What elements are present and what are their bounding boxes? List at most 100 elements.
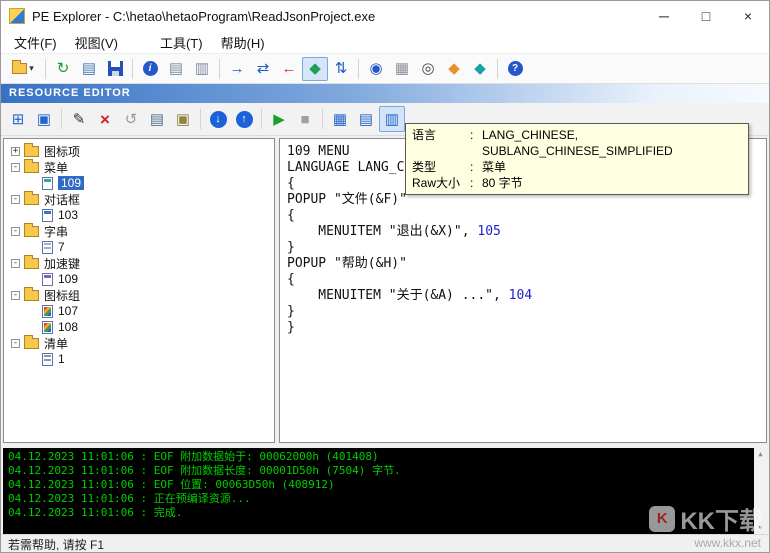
open-file-button[interactable]: ▾ xyxy=(5,57,41,81)
menu-bar: 文件(F) 视图(V) 工具(T) 帮助(H) xyxy=(1,31,769,54)
copy-icon: ▤ xyxy=(150,112,164,127)
paste-button[interactable]: ▣ xyxy=(170,106,196,132)
title-bar: PE Explorer - C:\hetao\hetaoProgram\Read… xyxy=(1,1,769,31)
icon-resource-icon xyxy=(42,321,53,334)
separator xyxy=(219,59,220,79)
separator xyxy=(261,109,262,129)
move-up-icon: ↑ xyxy=(236,111,253,128)
menu-help[interactable]: 帮助(H) xyxy=(212,31,274,54)
separator xyxy=(358,59,359,79)
report-button[interactable]: ▥ xyxy=(189,57,215,81)
expander-icon[interactable]: - xyxy=(11,291,20,300)
new-resource-button[interactable]: ⊞ xyxy=(5,106,31,132)
close-button[interactable]: × xyxy=(727,1,769,31)
hex-view-icon: ▦ xyxy=(395,61,409,76)
tree-item-manifest[interactable]: - 清单 xyxy=(4,335,274,351)
properties-button[interactable]: ▥ xyxy=(379,106,405,132)
tree-item-string-7[interactable]: 7 xyxy=(4,239,274,255)
refresh-button[interactable]: ↻ xyxy=(50,57,76,81)
folder-icon xyxy=(24,290,39,301)
copy-button[interactable]: ▤ xyxy=(144,106,170,132)
source-line: { xyxy=(287,208,759,224)
exports-button[interactable]: ← xyxy=(276,57,302,81)
scroll-down-icon[interactable]: ▼ xyxy=(758,522,762,534)
signature-button[interactable]: ◆ xyxy=(467,57,493,81)
tree-item-strings[interactable]: - 字串 xyxy=(4,223,274,239)
file-info-icon: i xyxy=(143,61,158,76)
expander-icon[interactable]: - xyxy=(11,195,20,204)
tree-item-icon-groups[interactable]: - 图标组 xyxy=(4,287,274,303)
import-resource-button[interactable]: ▣ xyxy=(31,106,57,132)
sections-button[interactable]: ▤ xyxy=(163,57,189,81)
relocations-button[interactable]: ⇅ xyxy=(328,57,354,81)
tree-item-menu-109[interactable]: 109 xyxy=(4,175,274,191)
expander-icon[interactable]: + xyxy=(11,147,20,156)
tooltip-row: 语言 : LANG_CHINESE, SUBLANG_CHINESE_SIMPL… xyxy=(412,127,742,159)
minimize-button[interactable]: ─ xyxy=(643,1,685,31)
save-button[interactable] xyxy=(102,57,128,81)
dependency-scanner-button[interactable]: ◆ xyxy=(441,57,467,81)
exports-icon: ← xyxy=(282,61,297,76)
tree-item-dialog-103[interactable]: 103 xyxy=(4,207,274,223)
expander-icon[interactable]: - xyxy=(11,259,20,268)
log-line: 04.12.2023 11:01:06 : 完成. xyxy=(8,506,751,520)
delete-resource-button[interactable]: × xyxy=(92,106,118,132)
separator xyxy=(61,109,62,129)
folder-icon xyxy=(24,194,39,205)
tree-item-icongroup-108[interactable]: 108 xyxy=(4,319,274,335)
open-folder-icon xyxy=(12,63,27,74)
run-button[interactable]: ▶ xyxy=(266,106,292,132)
resource-editor-header: RESOURCE EDITOR xyxy=(1,84,769,103)
tree-item-icons[interactable]: + 图标项 xyxy=(4,143,274,159)
chevron-down-icon: ▾ xyxy=(29,63,34,74)
text-view-icon: ▤ xyxy=(359,112,373,127)
expander-icon[interactable]: - xyxy=(11,339,20,348)
scroll-up-icon[interactable]: ▲ xyxy=(758,448,762,460)
tree-item-menus[interactable]: - 菜单 xyxy=(4,159,274,175)
selected-tree-label: 109 xyxy=(58,176,84,190)
expander-icon[interactable]: - xyxy=(11,227,20,236)
manifest-resource-icon xyxy=(42,353,53,366)
accelerator-resource-icon xyxy=(42,273,53,286)
tree-item-manifest-1[interactable]: 1 xyxy=(4,351,274,367)
help-button[interactable]: ? xyxy=(502,57,528,81)
refresh-icon: ↻ xyxy=(57,61,70,76)
move-up-button[interactable]: ↑ xyxy=(231,106,257,132)
separator xyxy=(45,59,46,79)
tooltip-row: 类型 : 菜单 xyxy=(412,159,742,175)
tree-item-accelerators[interactable]: - 加速键 xyxy=(4,255,274,271)
rename-resource-icon: ✎ xyxy=(73,112,86,127)
stop-icon: ■ xyxy=(300,112,309,127)
tree-item-icongroup-107[interactable]: 107 xyxy=(4,303,274,319)
menu-file[interactable]: 文件(F) xyxy=(5,31,66,54)
status-bar: 若需帮助, 请按 F1 xyxy=(1,534,769,552)
imports-button[interactable]: ⇄ xyxy=(250,57,276,81)
hex-view-button[interactable]: ▦ xyxy=(389,57,415,81)
search-button[interactable]: ◎ xyxy=(415,57,441,81)
help-icon: ? xyxy=(508,61,523,76)
move-down-button[interactable]: ↓ xyxy=(205,106,231,132)
goto-entry-button[interactable]: → xyxy=(224,57,250,81)
rename-resource-button[interactable]: ✎ xyxy=(66,106,92,132)
separator xyxy=(322,109,323,129)
table-view-button[interactable]: ▦ xyxy=(327,106,353,132)
menu-tools[interactable]: 工具(T) xyxy=(151,31,212,54)
expander-icon[interactable]: - xyxy=(11,163,20,172)
resources-icon: ◆ xyxy=(309,61,321,76)
source-line: MENUITEM "退出(&X)", 105 xyxy=(287,224,759,240)
tree-item-accel-109[interactable]: 109 xyxy=(4,271,274,287)
disassembler-button[interactable]: ◉ xyxy=(363,57,389,81)
icon-resource-icon xyxy=(42,305,53,318)
tree-item-dialogs[interactable]: - 对话框 xyxy=(4,191,274,207)
relocations-icon: ⇅ xyxy=(335,61,348,76)
menu-view[interactable]: 视图(V) xyxy=(66,31,127,54)
text-view-button[interactable]: ▤ xyxy=(353,106,379,132)
file-info-button[interactable]: i xyxy=(137,57,163,81)
resources-button[interactable]: ◆ xyxy=(302,57,328,81)
string-resource-icon xyxy=(42,241,53,254)
headers-button[interactable]: ▤ xyxy=(76,57,102,81)
undo-button[interactable]: ↺ xyxy=(118,106,144,132)
maximize-button[interactable]: □ xyxy=(685,1,727,31)
log-scrollbar[interactable]: ▲ ▼ xyxy=(754,448,767,534)
stop-button[interactable]: ■ xyxy=(292,106,318,132)
